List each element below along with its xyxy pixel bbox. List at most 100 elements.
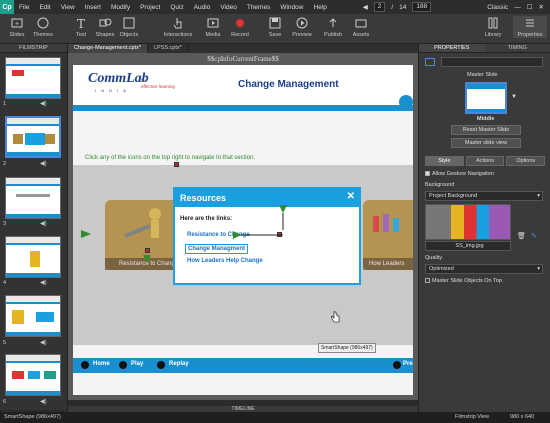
assets-button[interactable]: Assets [344,16,378,38]
chevron-down-icon[interactable]: ▼ [511,94,517,100]
library-button[interactable]: Library [476,16,510,38]
play-icon[interactable] [119,361,127,369]
slide-thumbnail-selected[interactable] [5,116,61,158]
audio-icon: ◀) [40,161,47,167]
slide-thumbnail[interactable] [5,57,61,99]
subtab-style[interactable]: Style [425,156,464,166]
smartshape-tooltip: SmartShape (986x497) [318,343,376,353]
menu-edit[interactable]: Edit [34,4,55,11]
slide-number: 5 [3,340,7,346]
slide-name-field[interactable] [441,57,543,67]
audio-icon: ◀) [40,101,47,107]
tab-change-management[interactable]: Change-Management.cptx* [68,44,148,53]
maximize-icon[interactable]: ☐ [527,3,533,11]
trash-icon[interactable]: 🗑 [517,232,526,240]
save-icon [269,17,281,29]
properties-panel: PROPERTIES TIMING Master Slide ▼ Middle … [418,44,550,412]
zoom-field[interactable]: 188 [412,2,432,12]
menu-file[interactable]: File [14,4,34,11]
menu-help[interactable]: Help [308,4,331,11]
master-top-checkbox[interactable]: Master Slide Objects On Top [425,278,502,284]
svg-text:T: T [77,17,85,30]
slide-number: 2 [3,161,7,167]
reset-master-slide-button[interactable]: Reset Master Slide [451,125,521,135]
app-logo: Cp [0,0,14,14]
menu-project[interactable]: Project [135,4,165,11]
slide-canvas: CommLab I N D I A for effective learning… [73,65,413,395]
gesture-checkbox[interactable]: Allow Gesture Navigation [425,171,494,177]
slide-separator: / [391,3,394,11]
tab-properties[interactable]: PROPERTIES [419,44,485,53]
master-slide-label: Master Slide [467,72,498,78]
objects-icon [123,17,135,29]
tab-lpss[interactable]: LPSS.cptx* [148,44,189,53]
replay-button[interactable]: Replay [169,361,189,367]
slide-thumbnail[interactable] [5,177,61,219]
tab-timing[interactable]: TIMING [484,44,550,53]
document-tabs: Change-Management.cptx* LPSS.cptx* [68,44,418,53]
slide-thumbnail[interactable] [5,236,61,278]
workspace-select[interactable]: Classic [487,4,508,11]
slide-number: 6 [3,399,7,405]
master-slide-thumbnail[interactable] [465,82,507,114]
filmstrip-panel: FILMSTRIP 1 ◀) 2 ◀) 3 ◀) 4 ◀) 5 ◀) 6 ◀) [0,44,68,410]
status-selection: SmartShape (986x497) [4,414,61,420]
slide-thumbnail[interactable] [5,295,61,337]
media-icon [207,18,219,28]
quality-select[interactable]: Optimized ▾ [425,264,543,274]
menu-themes[interactable]: Themes [242,4,275,11]
status-size: 980 x 640 [510,414,535,420]
hand-pointer-icon [173,18,182,29]
slide-thumbnail[interactable] [5,354,61,396]
stage-area: $$cpInfoCurrentFrame$$ CommLab I N D I A… [68,53,418,400]
text-icon: T [77,17,85,30]
current-slide-field[interactable]: 2 [373,2,386,12]
close-icon[interactable]: ✕ [539,3,544,11]
audio-icon: ◀) [40,221,47,227]
themes-button[interactable]: Themes [26,16,60,38]
menu-audio[interactable]: Audio [189,4,216,11]
slides-icon: + [11,18,23,28]
audio-icon: ◀) [40,399,47,405]
publish-icon [329,18,337,27]
audio-icon: ◀) [40,280,47,286]
menu-window[interactable]: Window [275,4,308,11]
record-button[interactable]: Record [223,16,257,38]
play-button[interactable]: Play [131,361,143,367]
slide-number: 3 [3,221,7,227]
properties-icon [526,19,534,27]
home-icon[interactable] [81,361,89,369]
subtab-options[interactable]: Options [506,156,546,166]
background-select[interactable]: Project Background ▾ [425,191,543,201]
master-slide-view-button[interactable]: Master slide view [451,138,521,148]
subtab-actions[interactable]: Actions [465,156,505,166]
objects-button[interactable]: Objects [112,16,146,38]
prev-slide-icon[interactable]: ◀ [363,3,368,11]
home-button[interactable]: Home [93,361,110,367]
menu-quiz[interactable]: Quiz [165,4,188,11]
slide-type-icon[interactable] [425,58,435,66]
play-icon [296,17,308,29]
previous-button[interactable]: Pre [403,361,413,367]
minimize-icon[interactable]: — [514,4,521,11]
menu-modify[interactable]: Modify [106,4,135,11]
preview-button[interactable]: Preview [285,16,319,38]
properties-button[interactable]: Properties [513,16,547,38]
library-icon [488,17,498,29]
filmstrip-header: FILMSTRIP [0,44,67,53]
status-bar: SmartShape (986x497) Filmstrip View 980 … [0,412,550,423]
hand-cursor-icon [331,311,340,323]
slide-footer: Home Play Replay Pre [73,358,413,373]
replay-icon[interactable] [157,361,165,369]
menu-insert[interactable]: Insert [80,4,106,11]
frame-variable: $$cpInfoCurrentFrame$$ [207,55,279,63]
background-image-preview [425,204,511,240]
pencil-icon[interactable]: ✎ [531,232,537,240]
menu-view[interactable]: View [56,4,80,11]
menu-video[interactable]: Video [215,4,242,11]
assets-icon [355,19,367,28]
background-label: Background [425,182,455,188]
slide-number: 1 [3,101,7,107]
previous-icon[interactable] [393,361,401,369]
interactions-button[interactable]: Interactions [161,16,195,38]
